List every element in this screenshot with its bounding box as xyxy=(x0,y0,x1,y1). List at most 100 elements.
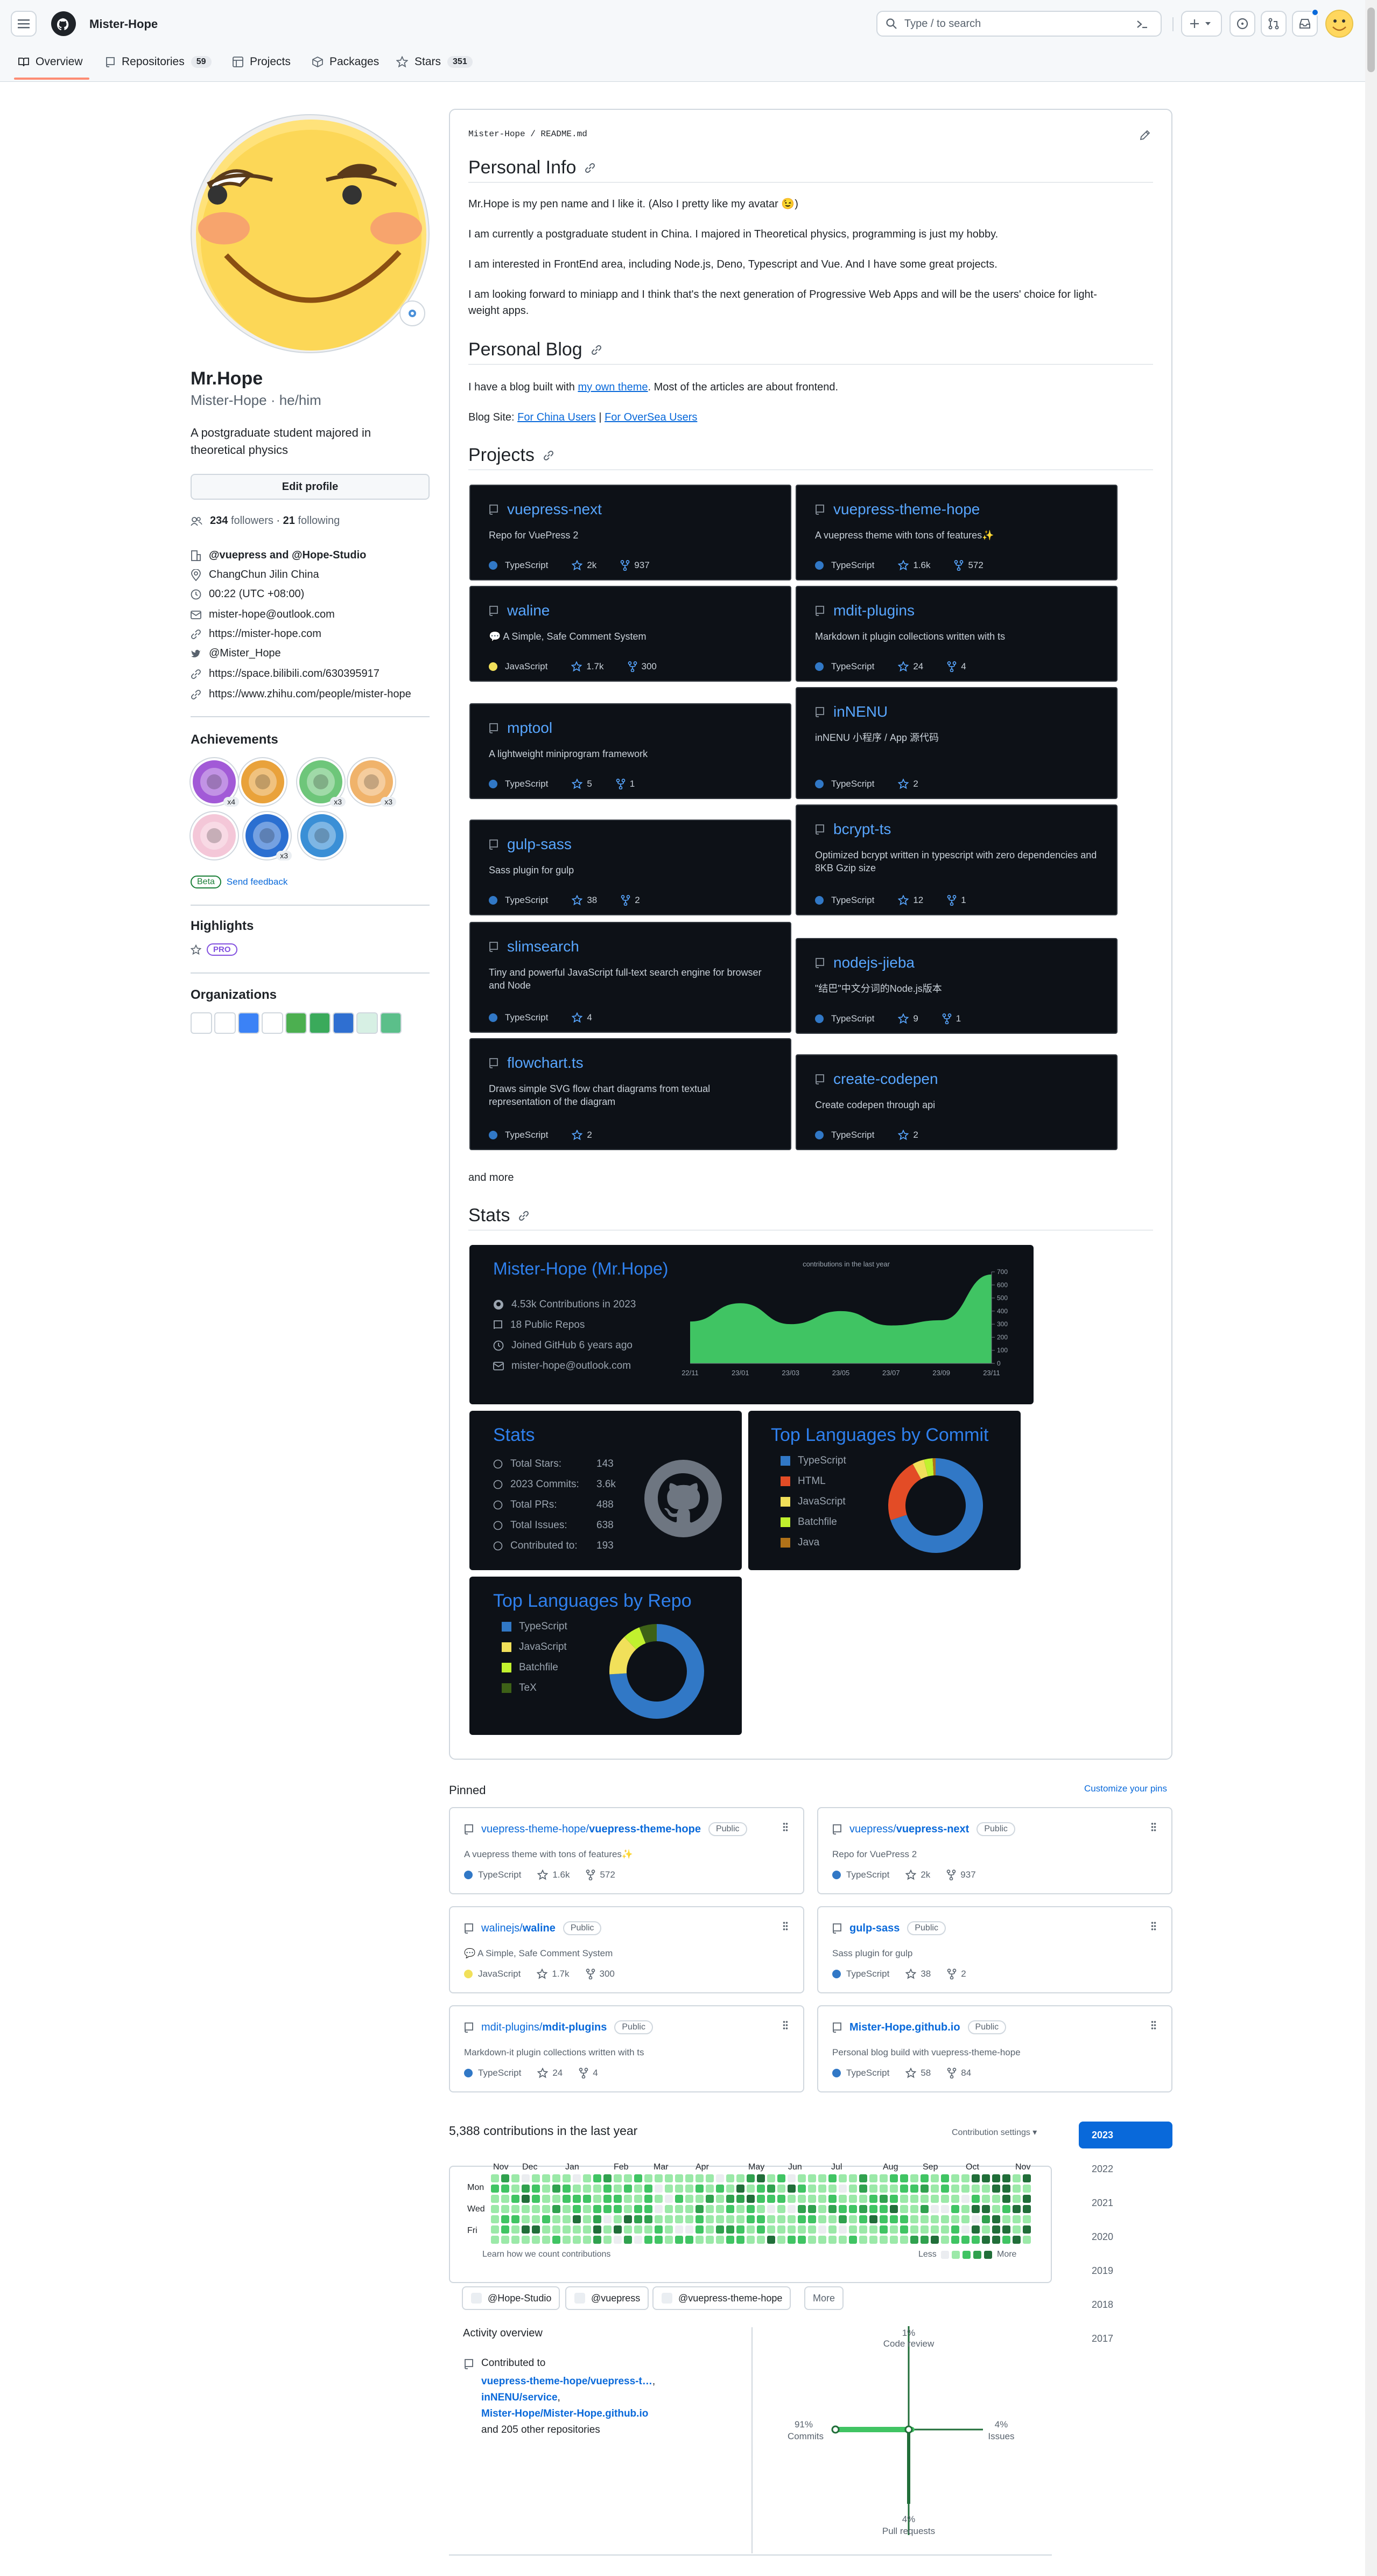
year-filter-button[interactable]: 2023 xyxy=(1079,2122,1172,2148)
contribution-day-cell[interactable] xyxy=(839,2174,847,2182)
followers-row[interactable]: 234 followers · 21 following xyxy=(191,515,340,527)
organization-avatar[interactable] xyxy=(262,1012,283,1034)
contribution-day-cell[interactable] xyxy=(910,2205,918,2213)
contribution-day-cell[interactable] xyxy=(900,2185,908,2193)
contribution-day-cell[interactable] xyxy=(593,2185,601,2193)
command-palette-icon[interactable] xyxy=(1136,19,1149,30)
year-filter-button[interactable]: 2021 xyxy=(1079,2189,1172,2216)
contribution-day-cell[interactable] xyxy=(726,2215,734,2223)
contribution-day-cell[interactable] xyxy=(665,2205,673,2213)
contribution-day-cell[interactable] xyxy=(695,2225,704,2234)
contribution-day-cell[interactable] xyxy=(665,2215,673,2223)
project-title[interactable]: nodejs-jieba xyxy=(815,954,915,971)
contribution-day-cell[interactable] xyxy=(716,2236,724,2244)
contribution-day-cell[interactable] xyxy=(941,2195,949,2203)
page-scrollbar[interactable] xyxy=(1365,0,1377,2576)
achievement-badge[interactable]: x4 xyxy=(191,758,239,807)
contribution-day-cell[interactable] xyxy=(736,2174,744,2182)
contribution-day-cell[interactable] xyxy=(563,2174,571,2182)
contribution-day-cell[interactable] xyxy=(685,2225,693,2234)
contribution-day-cell[interactable] xyxy=(593,2236,601,2244)
contribution-day-cell[interactable] xyxy=(695,2205,704,2213)
anchor-link-icon[interactable] xyxy=(584,162,596,174)
contribution-day-cell[interactable] xyxy=(941,2174,949,2182)
pinned-repo-stars[interactable]: 38 xyxy=(905,1969,931,1979)
contribution-day-cell[interactable] xyxy=(767,2236,775,2244)
contribution-day-cell[interactable] xyxy=(624,2195,632,2203)
contribution-day-cell[interactable] xyxy=(890,2205,898,2213)
contribution-day-cell[interactable] xyxy=(614,2174,622,2182)
contribution-day-cell[interactable] xyxy=(501,2205,509,2213)
contribution-day-cell[interactable] xyxy=(655,2215,663,2223)
contribution-day-cell[interactable] xyxy=(869,2225,877,2234)
organization-avatar[interactable] xyxy=(238,1012,259,1034)
contribution-day-cell[interactable] xyxy=(685,2185,693,2193)
contribution-day-cell[interactable] xyxy=(808,2236,816,2244)
contribution-day-cell[interactable] xyxy=(921,2225,929,2234)
contribution-day-cell[interactable] xyxy=(1013,2236,1021,2244)
contribution-day-cell[interactable] xyxy=(685,2174,693,2182)
contribution-day-cell[interactable] xyxy=(736,2236,744,2244)
contribution-day-cell[interactable] xyxy=(573,2185,581,2193)
contribution-day-cell[interactable] xyxy=(624,2174,632,2182)
contribution-day-cell[interactable] xyxy=(921,2174,929,2182)
pinned-repo-title[interactable]: vuepress/vuepress-next Public xyxy=(832,1822,1015,1836)
contribution-day-cell[interactable] xyxy=(910,2236,918,2244)
project-title[interactable]: bcrypt-ts xyxy=(815,821,891,838)
contribution-day-cell[interactable] xyxy=(747,2195,755,2203)
organization-avatar[interactable] xyxy=(285,1012,307,1034)
contribution-day-cell[interactable] xyxy=(767,2215,775,2223)
contribution-day-cell[interactable] xyxy=(655,2185,663,2193)
contribution-day-cell[interactable] xyxy=(563,2195,571,2203)
contribution-day-cell[interactable] xyxy=(1002,2215,1010,2223)
contribution-day-cell[interactable] xyxy=(961,2174,969,2182)
contribution-day-cell[interactable] xyxy=(573,2225,581,2234)
twitter-link[interactable]: @Mister_Hope xyxy=(209,647,281,660)
contribution-day-cell[interactable] xyxy=(798,2215,806,2223)
contribution-day-cell[interactable] xyxy=(511,2225,519,2234)
contribution-day-cell[interactable] xyxy=(522,2236,530,2244)
contribution-day-cell[interactable] xyxy=(685,2195,693,2203)
pinned-repo-card[interactable]: walinejs/waline Public 💬 A Simple, Safe Co… xyxy=(449,1906,804,1993)
pinned-repo-stars[interactable]: 1.6k xyxy=(537,1870,570,1880)
pinned-repo-forks[interactable]: 937 xyxy=(946,1870,976,1880)
contribution-day-cell[interactable] xyxy=(706,2205,714,2213)
org-filter-chip[interactable]: @Hope-Studio xyxy=(462,2286,560,2310)
pinned-repo-card[interactable]: vuepress-theme-hope/vuepress-theme-hope P… xyxy=(449,1807,804,1894)
contribution-day-cell[interactable] xyxy=(808,2174,816,2182)
contribution-day-cell[interactable] xyxy=(736,2225,744,2234)
contribution-day-cell[interactable] xyxy=(777,2215,785,2223)
contribution-day-cell[interactable] xyxy=(931,2225,939,2234)
project-title[interactable]: mptool xyxy=(489,719,552,737)
project-title[interactable]: inNENU xyxy=(815,703,888,720)
contribution-day-cell[interactable] xyxy=(736,2195,744,2203)
contribution-day-cell[interactable] xyxy=(736,2185,744,2193)
oversea-users-link[interactable]: For OverSea Users xyxy=(605,411,697,423)
contribution-day-cell[interactable] xyxy=(634,2236,642,2244)
contribution-day-cell[interactable] xyxy=(859,2185,867,2193)
project-card[interactable]: slimsearch Tiny and powerful JavaScript f… xyxy=(469,922,791,1033)
contribution-day-cell[interactable] xyxy=(788,2215,796,2223)
project-title[interactable]: flowchart.ts xyxy=(489,1054,584,1072)
more-orgs-button[interactable]: More xyxy=(804,2286,844,2310)
contribution-day-cell[interactable] xyxy=(818,2236,826,2244)
contribution-day-cell[interactable] xyxy=(747,2215,755,2223)
contribution-day-cell[interactable] xyxy=(1013,2205,1021,2213)
contribution-day-cell[interactable] xyxy=(941,2215,949,2223)
contribution-day-cell[interactable] xyxy=(788,2236,796,2244)
contribution-day-cell[interactable] xyxy=(522,2185,530,2193)
contributed-repo-2[interactable]: inNENU/service xyxy=(481,2392,558,2403)
contribution-day-cell[interactable] xyxy=(931,2195,939,2203)
contribution-day-cell[interactable] xyxy=(839,2215,847,2223)
pinned-repo-card[interactable]: gulp-sass Public Sass plugin for gulp TypeS… xyxy=(817,1906,1172,1993)
project-card[interactable]: mdit-plugins Markdown it plugin collectio… xyxy=(796,586,1118,682)
contribution-day-cell[interactable] xyxy=(951,2236,959,2244)
contribution-day-cell[interactable] xyxy=(982,2185,990,2193)
contribution-day-cell[interactable] xyxy=(614,2195,622,2203)
contribution-day-cell[interactable] xyxy=(665,2195,673,2203)
pinned-repo-title[interactable]: mdit-plugins/mdit-plugins Public xyxy=(464,2020,653,2034)
drag-handle-icon[interactable] xyxy=(1151,1822,1156,1832)
contribution-day-cell[interactable] xyxy=(1002,2205,1010,2213)
contribution-day-cell[interactable] xyxy=(501,2236,509,2244)
contribution-day-cell[interactable] xyxy=(695,2215,704,2223)
